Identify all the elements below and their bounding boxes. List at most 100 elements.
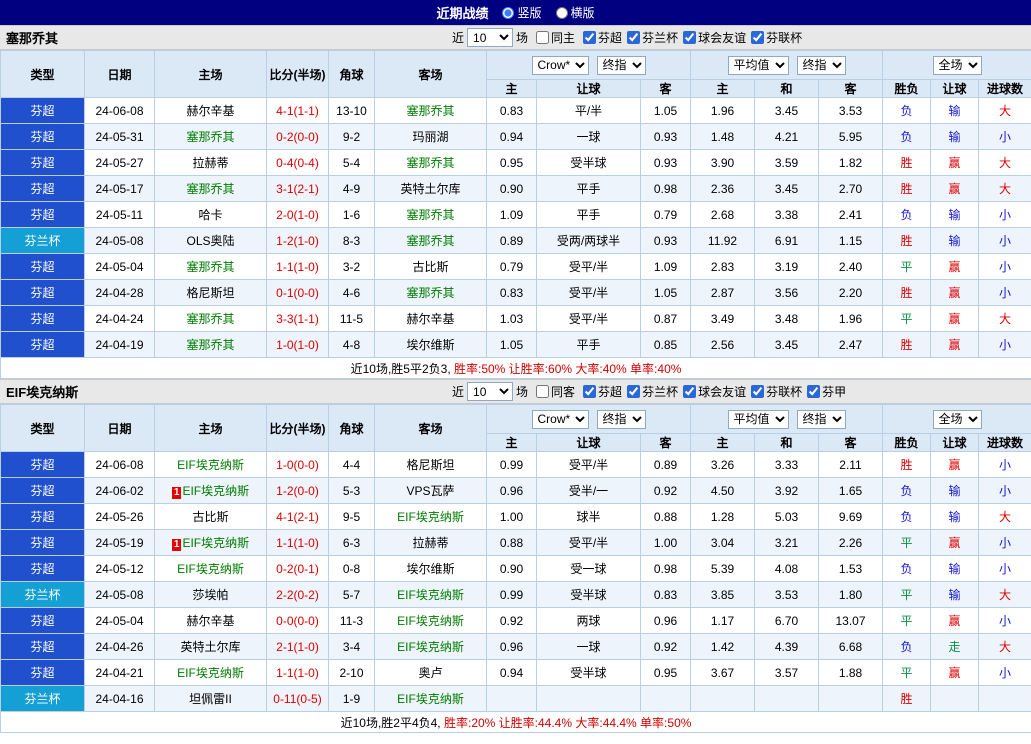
sub-euro-home: 主 <box>690 433 755 452</box>
sub-result-goals: 进球数 <box>978 433 1031 452</box>
league-checkbox[interactable] <box>683 30 697 44</box>
euro-away-odds: 1.96 <box>817 305 884 332</box>
league-checkbox[interactable] <box>751 30 765 44</box>
euro-away-odds <box>817 685 884 712</box>
league-filter[interactable]: 球会友谊 <box>683 29 746 46</box>
asia-home-odds: 0.83 <box>486 279 537 306</box>
league-filter[interactable]: 芬超 <box>583 29 622 46</box>
page-title: 近期战绩 <box>436 6 489 21</box>
match-date: 24-05-26 <box>84 503 155 530</box>
asia-away-odds: 0.98 <box>640 175 691 202</box>
euro-source-select[interactable]: 平均值 <box>727 409 789 429</box>
euro-draw-odds: 4.21 <box>754 123 819 150</box>
league-filter[interactable]: 芬甲 <box>807 383 846 400</box>
result-outcome: 负 <box>882 503 932 530</box>
euro-away-odds: 2.41 <box>817 201 884 228</box>
asia-time-select[interactable]: 终指 <box>596 55 646 75</box>
asia-home-odds: 1.00 <box>486 503 537 530</box>
scope-select[interactable]: 全场 <box>932 409 982 429</box>
layout-radio-horizontal[interactable]: 横版 <box>555 4 595 21</box>
league-filter[interactable]: 球会友谊 <box>683 383 746 400</box>
col-home: 主场 <box>154 50 267 98</box>
league-label: 芬超 <box>598 30 623 45</box>
home-team: 赫尔辛基 <box>154 97 267 124</box>
league-checkbox[interactable] <box>751 384 765 398</box>
result-handicap: 赢 <box>930 253 980 280</box>
league-filter[interactable]: 芬兰杯 <box>627 383 678 400</box>
euro-draw-odds: 3.33 <box>754 451 819 478</box>
league-type: 芬超 <box>0 175 85 202</box>
team-section-1: 塞那乔其 近 10 场 同主 芬超 芬兰杯 球会友谊 芬联杯 类型 日期 主场 比分(… <box>0 25 1031 379</box>
home-team: 坦佩雷II <box>154 685 267 712</box>
league-label: 芬超 <box>598 384 623 399</box>
asia-handicap: 受平/半 <box>536 529 641 556</box>
euro-draw-odds: 3.38 <box>754 201 819 228</box>
horizontal-radio-label: 横版 <box>570 6 595 20</box>
home-team: EIF埃克纳斯 <box>154 659 267 686</box>
sub-asia-home: 主 <box>486 433 537 452</box>
euro-time-select[interactable]: 终指 <box>796 409 846 429</box>
league-filter[interactable]: 芬超 <box>583 383 622 400</box>
corner-count: 4-8 <box>328 331 375 358</box>
league-checkbox[interactable] <box>627 30 641 44</box>
result-outcome: 负 <box>882 477 932 504</box>
home-team: 1 EIF埃克纳斯 <box>154 477 267 504</box>
same-venue-checkbox[interactable] <box>536 31 550 44</box>
result-outcome: 负 <box>882 633 932 660</box>
home-team: 塞那乔其 <box>154 175 267 202</box>
euro-home-odds <box>690 685 755 712</box>
league-checkbox[interactable] <box>807 384 821 398</box>
sub-handicap: 让球 <box>536 433 641 452</box>
score: 2-2(0-2) <box>266 581 329 608</box>
result-outcome: 胜 <box>882 227 932 254</box>
vertical-radio[interactable] <box>502 6 515 19</box>
league-checkbox[interactable] <box>627 384 641 398</box>
league-filter[interactable]: 芬兰杯 <box>627 29 678 46</box>
match-row: 芬超 24-05-31 塞那乔其 0-2(0-0) 9-2 玛丽湖 0.94 一球 0.93 1.… <box>0 123 1031 150</box>
league-filter[interactable]: 芬联杯 <box>751 383 802 400</box>
recent-count-select[interactable]: 10 <box>467 382 514 401</box>
league-checkbox[interactable] <box>583 384 597 398</box>
sub-result-wdl: 胜负 <box>882 79 932 98</box>
result-handicap: 赢 <box>930 529 980 556</box>
bookmaker-select[interactable]: Crow* <box>531 55 589 75</box>
summary-row: 近10场,胜5平2负3, 胜率:50% 让胜率:60% 大率:40% 单率:40… <box>0 357 1031 379</box>
home-team: EIF埃克纳斯 <box>154 555 267 582</box>
asia-home-odds: 0.88 <box>486 529 537 556</box>
asia-handicap: 受一球 <box>536 555 641 582</box>
horizontal-radio[interactable] <box>555 6 568 19</box>
league-checkbox[interactable] <box>583 30 597 44</box>
same-venue-filter[interactable]: 同主 <box>536 29 575 46</box>
table-header-row-1: 类型 日期 主场 比分(半场) 角球 客场 Crow* 终指 平均值 终指 全场 <box>0 50 1031 98</box>
same-venue-checkbox[interactable] <box>536 385 550 398</box>
recent-count-select[interactable]: 10 <box>467 28 514 47</box>
euro-source-select[interactable]: 平均值 <box>727 55 789 75</box>
euro-home-odds: 2.87 <box>690 279 755 306</box>
match-row: 芬超 24-05-19 1 EIF埃克纳斯 1-1(1-0) 6-3 拉赫蒂 0.88 受平/半… <box>0 529 1031 556</box>
euro-home-odds: 3.90 <box>690 149 755 176</box>
asia-handicap: 平手 <box>536 331 641 358</box>
match-row: 芬兰杯 24-04-16 坦佩雷II 0-11(0-5) 1-9 EIF埃克纳斯 胜 <box>0 685 1031 712</box>
col-corner: 角球 <box>328 50 375 98</box>
result-goals: 小 <box>978 201 1031 228</box>
col-score: 比分(半场) <box>266 404 329 452</box>
euro-draw-odds: 3.48 <box>754 305 819 332</box>
league-checkbox[interactable] <box>683 384 697 398</box>
match-row: 芬超 24-04-26 英特土尔库 2-1(1-0) 3-4 EIF埃克纳斯 0.96 一球 0… <box>0 633 1031 660</box>
league-type: 芬超 <box>0 451 85 478</box>
league-label: 芬甲 <box>822 384 847 399</box>
home-team: 格尼斯坦 <box>154 279 267 306</box>
scope-select[interactable]: 全场 <box>932 55 982 75</box>
layout-radio-vertical[interactable]: 竖版 <box>502 4 542 21</box>
same-venue-filter[interactable]: 同客 <box>536 383 575 400</box>
asia-time-select[interactable]: 终指 <box>596 409 646 429</box>
asia-away-odds: 0.83 <box>640 581 691 608</box>
corner-count: 11-3 <box>328 607 375 634</box>
euro-time-select[interactable]: 终指 <box>796 55 846 75</box>
home-team: 赫尔辛基 <box>154 607 267 634</box>
match-date: 24-05-17 <box>84 175 155 202</box>
league-filter[interactable]: 芬联杯 <box>751 29 802 46</box>
bookmaker-select[interactable]: Crow* <box>531 409 589 429</box>
result-goals: 大 <box>978 305 1031 332</box>
away-team: 古比斯 <box>374 253 487 280</box>
